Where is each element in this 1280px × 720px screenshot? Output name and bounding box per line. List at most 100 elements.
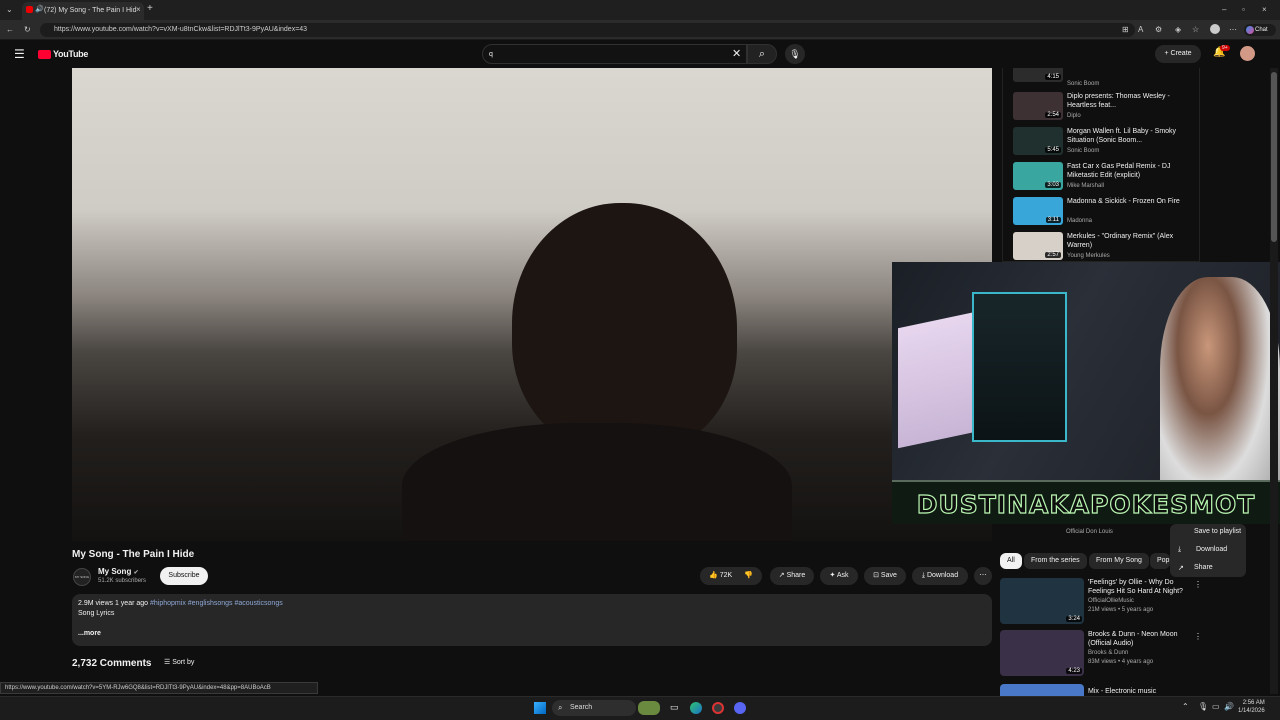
voice-search-button[interactable]: 🎙 [785, 44, 805, 64]
more-actions-icon[interactable]: ⋮ [1194, 632, 1202, 641]
search-input[interactable]: q [482, 44, 747, 64]
url-input[interactable]: https://www.youtube.com/watch?v=vXM-u8tn… [40, 23, 1135, 37]
playlist-title: Madonna & Sickick - Frozen On Fire [1067, 198, 1180, 205]
obs-icon[interactable] [712, 702, 724, 714]
video-player[interactable] [72, 68, 992, 541]
menu-item-save-to-playlist[interactable]: Save to playlist [1194, 528, 1241, 535]
shield-icon[interactable]: ◈ [1175, 25, 1181, 35]
related-video[interactable]: 4:23 Brooks & Dunn - Neon Moon (Official… [1000, 630, 1202, 678]
channel-name-text: My Song [98, 567, 132, 576]
playlist-channel: Madonna [1067, 218, 1093, 224]
view-count: 2.9M views [78, 600, 114, 607]
playlist-channel: Young Merkules [1067, 253, 1110, 259]
menu-icon[interactable]: ☰ [14, 47, 25, 61]
back-icon[interactable]: ← [6, 25, 14, 35]
taskbar-search-label: Search [570, 704, 593, 711]
start-icon[interactable] [534, 702, 546, 714]
close-window-icon[interactable]: × [1262, 5, 1267, 15]
chip-pop[interactable]: Pop [1150, 553, 1170, 569]
discord-icon[interactable] [734, 702, 746, 714]
share-icon: ↗ [1178, 565, 1184, 572]
ask-button[interactable]: ✦ Ask [820, 567, 858, 585]
playlist-thumbnail: 4:15 [1013, 68, 1063, 82]
duration-badge: 2:54 [1045, 112, 1061, 118]
channel-avatar[interactable]: MY SONG [73, 568, 91, 586]
widgets-icon[interactable] [638, 701, 660, 715]
playlist-item[interactable]: 2:54 Diplo presents: Thomas Wesley - Hea… [1013, 92, 1198, 125]
video-meta: 21M views • 5 years ago [1088, 607, 1154, 613]
related-video[interactable]: Mix - Electronic music [1000, 684, 1200, 696]
chip-from-the-series[interactable]: From the series [1024, 553, 1087, 569]
chip-all[interactable]: All [1000, 553, 1022, 569]
youtube-logo-text[interactable]: YouTube [53, 49, 88, 59]
playlist-item[interactable]: 2:57 Merkules - "Ordinary Remix" (Alex W… [1013, 232, 1198, 261]
download-button[interactable]: ⤓ Download [912, 567, 968, 585]
upload-age: 1 year ago [114, 600, 149, 607]
subscriber-count: 51.2K subscribers [98, 578, 147, 584]
taskbar-clock[interactable]: 2:56 AM 1/14/2026 [1238, 699, 1265, 715]
scrollbar-thumb[interactable] [1271, 72, 1277, 242]
task-view-icon[interactable]: ▭ [670, 702, 679, 713]
channel-name[interactable]: My Song ✔ [98, 567, 139, 576]
maximize-icon[interactable]: ▫ [1242, 5, 1245, 15]
subscribe-button[interactable]: Subscribe [160, 567, 208, 585]
refresh-icon[interactable]: ↻ [24, 25, 31, 35]
volume-icon[interactable]: 🔊 [1224, 702, 1234, 711]
like-icon: 👍 [709, 572, 718, 579]
menu-item-share[interactable]: Share [1194, 564, 1213, 571]
mic-icon: 🎙 [789, 49, 801, 59]
audio-icon[interactable]: 🔊 [35, 5, 44, 13]
network-icon[interactable]: ▭ [1212, 702, 1220, 711]
create-button[interactable]: + Create [1155, 45, 1201, 63]
favorites-icon[interactable]: ☆ [1192, 25, 1199, 35]
sort-by-button[interactable]: ☰ Sort by [164, 658, 194, 666]
show-more-link[interactable]: ...more [78, 630, 101, 637]
new-tab-icon[interactable]: + [147, 4, 153, 14]
tray-chevron-icon[interactable]: ⌃ [1182, 702, 1189, 711]
account-avatar[interactable] [1240, 46, 1255, 61]
search-value: q [489, 51, 493, 58]
minimize-icon[interactable]: – [1222, 5, 1226, 15]
mic-tray-icon[interactable]: 🎙 [1198, 702, 1208, 711]
extensions-icon[interactable]: ⚙ [1155, 25, 1162, 35]
like-dislike-button[interactable]: 👍 72K 👎 [700, 567, 762, 585]
ellipsis-icon: ⋯ [979, 572, 987, 579]
taskbar-search[interactable]: ⌕ Search [552, 700, 636, 716]
stream-banner-text: DUSTINAKAPOKESMOT [916, 489, 1256, 519]
clear-search-icon[interactable]: ✕ [732, 47, 741, 60]
search-button[interactable]: ⌕ [747, 44, 777, 64]
browser-tab[interactable]: 🔊 (72) My Song - The Pain I Hid [22, 2, 144, 20]
close-tab-icon[interactable]: × [136, 5, 141, 15]
playlist-item[interactable]: 3:11 Madonna & Sickick - Frozen On Fire … [1013, 197, 1198, 230]
playlist-thumbnail: 3:11 [1013, 197, 1063, 225]
chip-from-my-song[interactable]: From My Song [1089, 553, 1149, 569]
profile-icon[interactable] [1210, 24, 1220, 34]
youtube-logo-icon[interactable] [38, 50, 51, 59]
menu-item-download[interactable]: Download [1196, 546, 1227, 553]
read-aloud-icon[interactable]: A [1138, 25, 1143, 35]
tab-list-icon[interactable]: ⌄ [6, 5, 13, 15]
bookmark-icon: ⊡ [873, 572, 879, 579]
sparkle-icon: ✦ [829, 572, 836, 579]
webcam-pc-case-shape [972, 292, 1067, 442]
playlist-item[interactable]: 5:45 Morgan Wallen ft. Lil Baby - Smoky … [1013, 127, 1198, 160]
playlist-thumbnail: 2:54 [1013, 92, 1063, 120]
copilot-chat-button[interactable]: Chat [1244, 24, 1276, 36]
comments-count: 2,732 Comments [72, 658, 152, 669]
video-title: 'Feelings' by Ollie - Why Do Feelings Hi… [1088, 579, 1183, 595]
playlist-thumbnail: 5:45 [1013, 127, 1063, 155]
more-options-button[interactable]: ⋯ [974, 567, 992, 585]
playlist-channel: Diplo [1067, 113, 1081, 119]
save-button[interactable]: ⊡ Save [864, 567, 906, 585]
video-frame-silhouette-body [402, 423, 792, 541]
more-actions-icon[interactable]: ⋮ [1194, 580, 1202, 589]
edge-icon[interactable] [690, 702, 702, 714]
playlist-item[interactable]: 3:03 Fast Car x Gas Pedal Remix - DJ Mik… [1013, 162, 1198, 195]
app-icon[interactable]: ⊞ [1122, 25, 1129, 35]
more-icon[interactable]: ⋯ [1229, 25, 1237, 35]
create-label: Create [1170, 50, 1192, 57]
related-video[interactable]: 3:24 'Feelings' by Ollie - Why Do Feelin… [1000, 578, 1202, 626]
duration-badge: 3:24 [1066, 616, 1082, 622]
hashtags[interactable]: #hiphopmix #englishsongs #acousticsongs [150, 600, 283, 607]
share-button[interactable]: ↗ Share [770, 567, 814, 585]
